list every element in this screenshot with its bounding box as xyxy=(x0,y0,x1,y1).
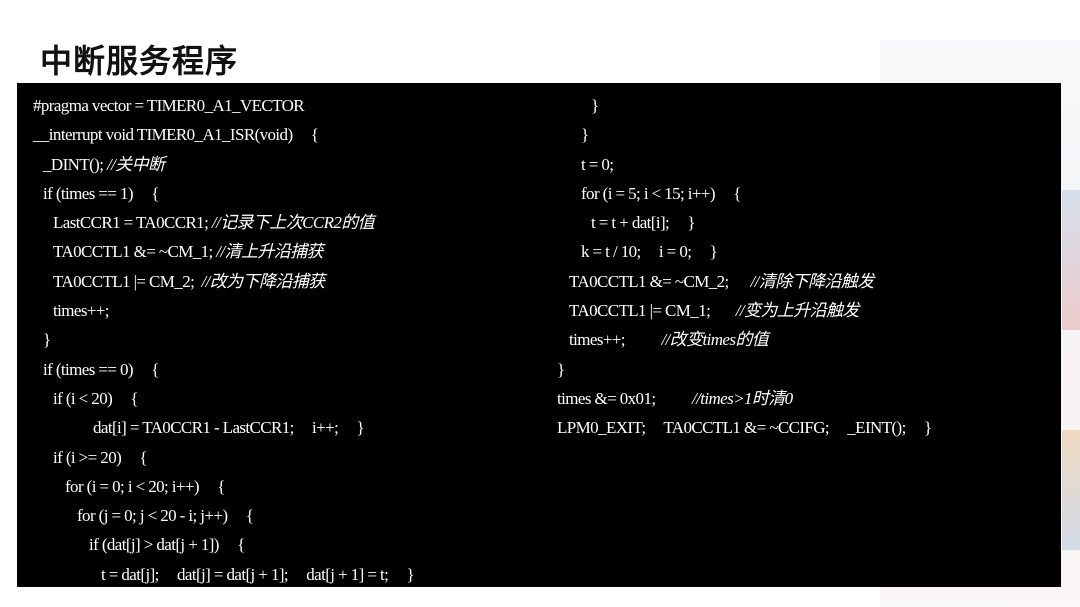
code-line: TA0CCTL1 &= ~CM_2; //清除下降沿触发 xyxy=(557,267,932,296)
code-line: LPM0_EXIT; TA0CCTL1 &= ~CCIFG; _EINT(); … xyxy=(557,413,932,442)
code-line: if (times == 1) { xyxy=(33,179,414,208)
code-line: for (i = 5; i < 15; i++) { xyxy=(557,179,932,208)
code-line: _DINT(); //关中断 xyxy=(33,150,414,179)
code-line: if (i >= 20) { xyxy=(33,443,414,472)
code-line: dat[i] = TA0CCR1 - LastCCR1; i++; } xyxy=(33,413,414,442)
code-text: dat[i] = TA0CCR1 - LastCCR1; i++; } xyxy=(93,418,365,438)
code-line: if (i < 20) { xyxy=(33,384,414,413)
code-text: t = dat[j]; dat[j] = dat[j + 1]; dat[j +… xyxy=(101,564,415,584)
code-comment: //清除下降沿触发 xyxy=(750,271,875,291)
code-line: } xyxy=(557,120,932,149)
code-text: TA0CCTL1 &= ~CM_2; xyxy=(569,271,751,291)
code-text: times++; xyxy=(569,330,662,350)
code-text: if (times == 1) { xyxy=(43,183,159,203)
code-line: k = t / 10; i = 0; } xyxy=(557,237,932,266)
code-line: } xyxy=(557,91,932,120)
code-line: t = 0; xyxy=(557,150,932,179)
code-line: times &= 0x01; //times>1时清0 xyxy=(557,384,932,413)
code-line: TA0CCTL1 |= CM_2; //改为下降沿捕获 xyxy=(33,267,414,296)
code-text: } xyxy=(591,96,599,115)
code-text: if (i >= 20) { xyxy=(53,447,148,467)
code-column-left: #pragma vector = TIMER0_A1_VECTOR __inter… xyxy=(33,91,415,587)
code-comment: //清上升沿捕获 xyxy=(216,242,323,262)
code-text: if (times == 0) { xyxy=(43,359,159,379)
code-text: for (j = 0; j < 20 - i; j++) { xyxy=(77,506,254,526)
code-column-right: }} t = 0; for (i = 5; i < 15; i++) { t = t … xyxy=(557,91,932,443)
code-line: __interrupt void TIMER0_A1_ISR(void) { xyxy=(33,120,414,149)
code-text: if (i < 20) { xyxy=(53,388,139,408)
code-text: times &= 0x01; xyxy=(557,388,692,408)
code-comment: //变为上升沿触发 xyxy=(735,301,860,321)
code-text: for (i = 5; i < 15; i++) { xyxy=(581,183,741,203)
code-text: TA0CCTL1 &= ~CM_1; xyxy=(53,242,217,262)
code-text: TA0CCTL1 |= CM_2; xyxy=(53,271,202,291)
code-comment: //改为下降沿捕获 xyxy=(201,271,326,291)
code-text: TA0CCTL1 |= CM_1; xyxy=(569,301,736,321)
code-text: } xyxy=(581,125,589,145)
code-line: if (dat[j] > dat[j + 1]) { xyxy=(33,530,414,559)
code-text: if (dat[j] > dat[j + 1]) { xyxy=(89,535,245,555)
code-text: LastCCR1 = TA0CCR1; xyxy=(53,213,212,233)
code-line: } xyxy=(557,355,932,384)
code-comment: //关中断 xyxy=(107,154,165,174)
code-text: for (i = 0; i < 20; i++) { xyxy=(65,476,225,496)
code-text: _DINT(); xyxy=(43,154,107,174)
code-text: times++; xyxy=(53,301,110,321)
code-line: for (i = 0; i < 20; i++) { xyxy=(33,472,414,501)
code-line: LastCCR1 = TA0CCR1; //记录下上次CCR2的值 xyxy=(33,208,414,237)
code-text: k = t / 10; i = 0; } xyxy=(581,242,718,262)
code-line: TA0CCTL1 &= ~CM_1; //清上升沿捕获 xyxy=(33,237,414,266)
code-line: if (times == 0) { xyxy=(33,355,414,384)
code-line: t = dat[j]; dat[j] = dat[j + 1]; dat[j +… xyxy=(33,560,415,587)
code-comment: //记录下上次CCR2的值 xyxy=(211,213,375,233)
code-comment: //times>1时清0 xyxy=(691,388,793,408)
code-line: times++; //改变times的值 xyxy=(557,325,932,354)
background-photo-detail xyxy=(1062,430,1080,550)
code-text: __interrupt void TIMER0_A1_ISR(void) { xyxy=(33,125,319,145)
code-line: } xyxy=(33,325,414,354)
code-comment: //改变times的值 xyxy=(661,330,769,350)
code-line: for (j = 0; j < 20 - i; j++) { xyxy=(33,501,414,530)
code-text: t = t + dat[i]; } xyxy=(591,213,696,233)
code-line: #pragma vector = TIMER0_A1_VECTOR xyxy=(33,91,414,120)
code-line: times++; xyxy=(33,296,414,325)
code-text: } xyxy=(557,359,565,379)
code-line: TA0CCTL1 |= CM_1; //变为上升沿触发 xyxy=(557,296,932,325)
background-photo-detail xyxy=(1062,190,1080,330)
code-text: } xyxy=(43,330,51,350)
code-panel: #pragma vector = TIMER0_A1_VECTOR __inter… xyxy=(17,83,1061,587)
code-text: #pragma vector = TIMER0_A1_VECTOR xyxy=(33,96,305,115)
slide-title: 中断服务程序 xyxy=(40,42,239,80)
code-text: t = 0; xyxy=(581,154,614,174)
code-line: t = t + dat[i]; } xyxy=(557,208,932,237)
code-text: LPM0_EXIT; TA0CCTL1 &= ~CCIFG; _EINT(); … xyxy=(557,418,932,438)
